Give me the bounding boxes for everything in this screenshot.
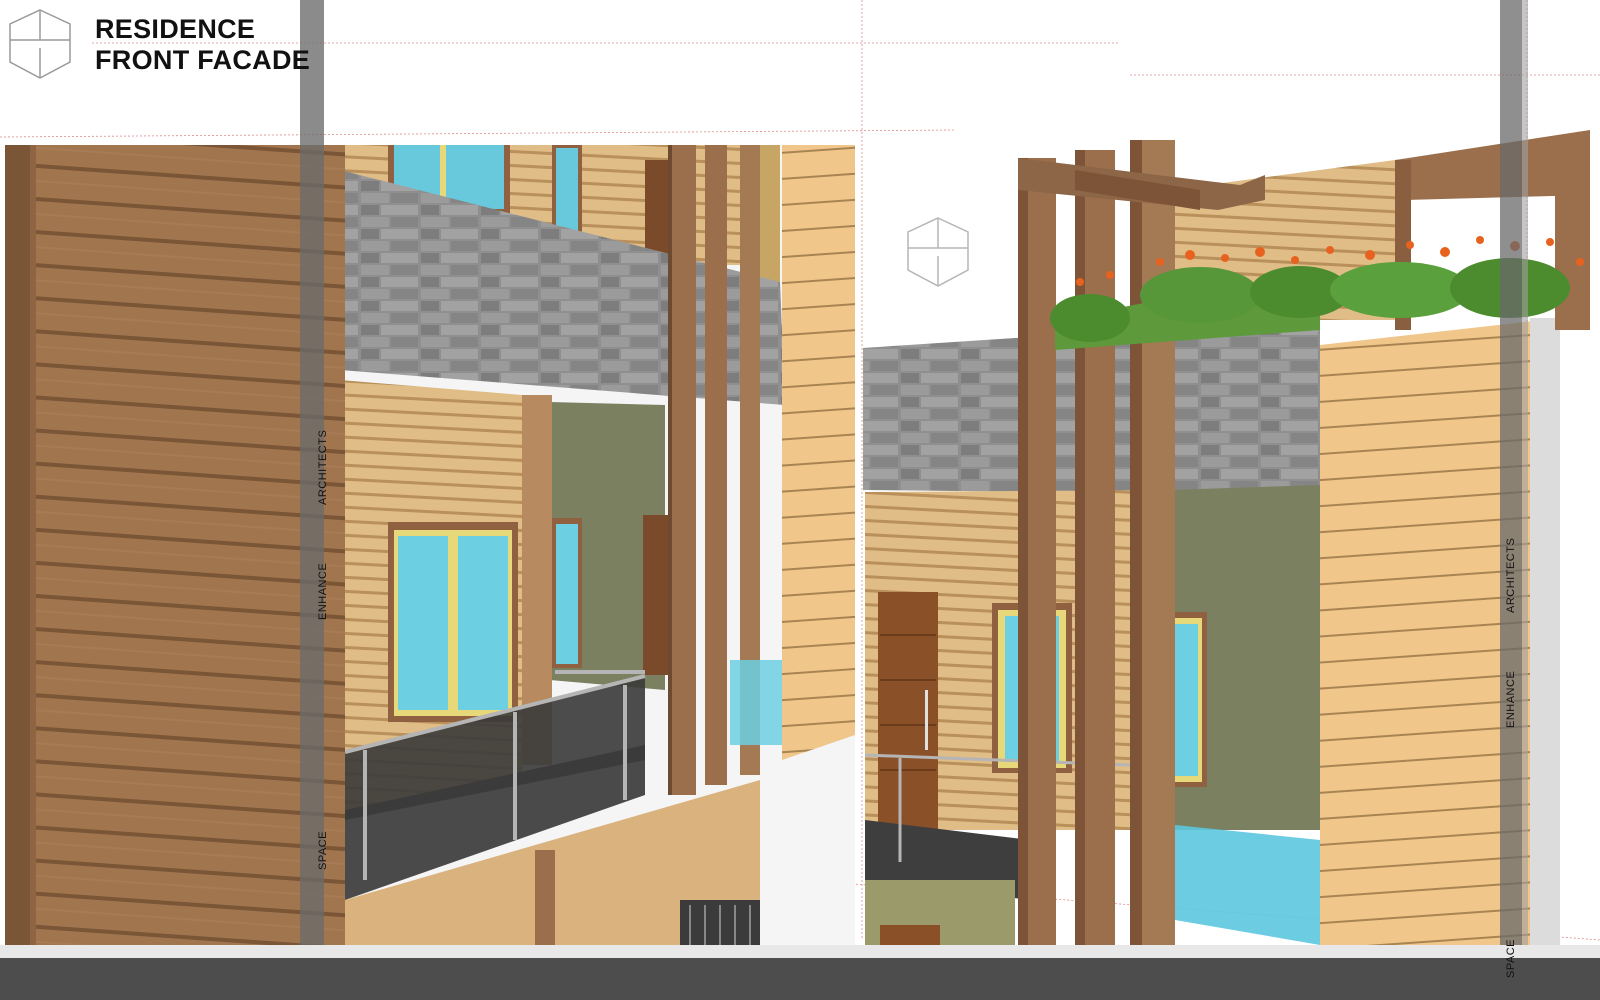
watermark-band-right <box>1500 0 1522 1000</box>
right-band-text-enhance: ENHANCE <box>1505 670 1517 728</box>
footer-band <box>0 958 1600 1000</box>
facade-render <box>0 0 1600 1000</box>
left-band-text-enhance: ENHANCE <box>317 562 329 620</box>
right-band-text-space: SPACE <box>1505 939 1517 978</box>
left-band-text-architects: ARCHITECTS <box>317 429 329 505</box>
left-band-text-space: SPACE <box>317 831 329 870</box>
right-band-text-architects: ARCHITECTS <box>1505 537 1517 613</box>
left-facade-view <box>5 145 855 945</box>
logo-cube-watermark-icon <box>907 217 969 287</box>
page-title: RESIDENCE FRONT FACADE <box>95 14 310 76</box>
logo-cube-icon <box>9 9 71 79</box>
title-line-1: RESIDENCE <box>95 14 256 44</box>
right-facade-view <box>863 130 1590 945</box>
title-line-2: FRONT FACADE <box>95 45 311 75</box>
